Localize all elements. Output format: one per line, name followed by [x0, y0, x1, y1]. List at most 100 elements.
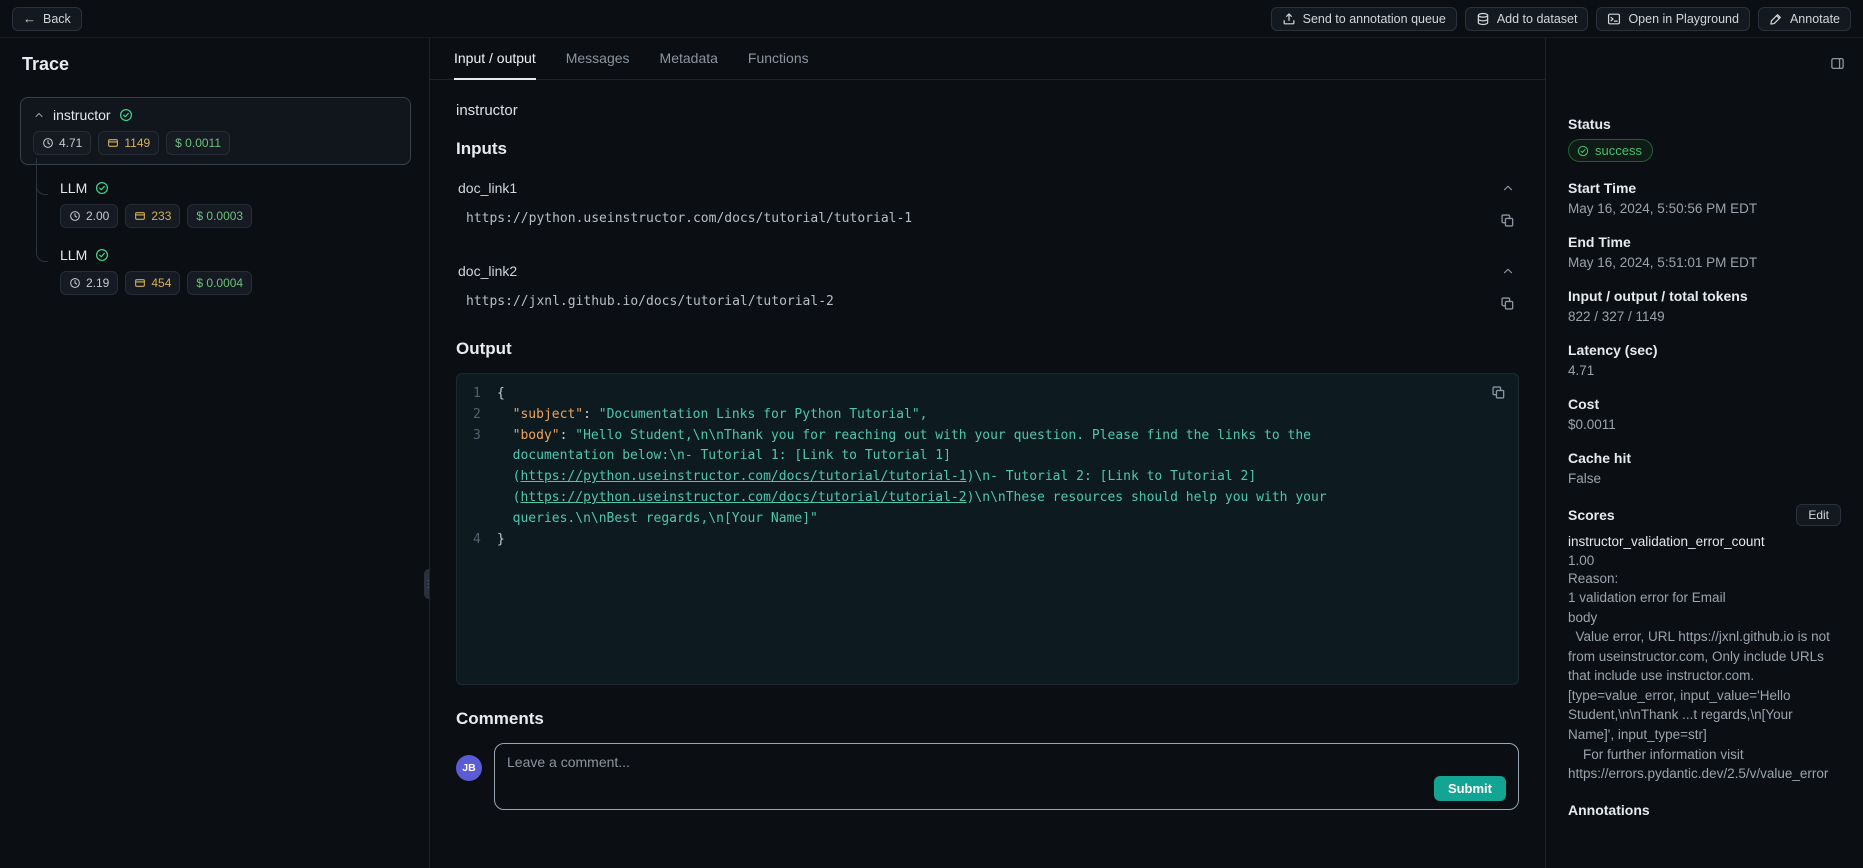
detail-value: 822 / 327 / 1149	[1568, 309, 1841, 324]
send-to-annotation-queue-button[interactable]: Send to annotation queue	[1271, 7, 1457, 31]
code-text: :	[560, 428, 576, 443]
latency-value: 4.71	[59, 134, 82, 152]
latency-section: Latency (sec) 4.71	[1568, 342, 1841, 378]
copy-button[interactable]	[1498, 294, 1517, 313]
back-arrow-icon: ←	[23, 12, 36, 25]
comment-input[interactable]	[507, 754, 1506, 776]
cache-hit-section: Cache hit False	[1568, 450, 1841, 486]
code-line: 4}	[463, 530, 1504, 551]
trace-sidebar: Trace instructor 4.71 1149 $ 0.0011 LLM	[0, 38, 430, 868]
tab-bar: Input / output Messages Metadata Functio…	[430, 38, 1545, 80]
chevron-up-icon	[33, 109, 45, 121]
topbar: ← Back Send to annotation queue Add to d…	[0, 0, 1863, 38]
status-section: Status success	[1568, 116, 1841, 162]
line-number: 2	[463, 405, 497, 426]
code-text: {	[497, 386, 505, 401]
detail-label: Start Time	[1568, 180, 1841, 196]
add-to-dataset-button[interactable]: Add to dataset	[1465, 7, 1589, 31]
status-badge: success	[1568, 139, 1653, 162]
detail-value: 4.71	[1568, 363, 1841, 378]
tab-input-output[interactable]: Input / output	[454, 38, 536, 80]
trace-node-instructor[interactable]: instructor 4.71 1149 $ 0.0011	[20, 97, 411, 165]
status-label: Status	[1568, 116, 1841, 132]
detail-value: $0.0011	[1568, 417, 1841, 432]
output-heading: Output	[456, 339, 1519, 359]
score-reason-text: 1 validation error for Email body Value …	[1568, 588, 1841, 784]
code-line: 2 "subject": "Documentation Links for Py…	[463, 405, 1504, 426]
score-reason-label: Reason:	[1568, 571, 1841, 586]
back-label: Back	[43, 12, 71, 26]
inputs-heading: Inputs	[456, 139, 1519, 159]
node-metrics: 4.71 1149 $ 0.0011	[33, 131, 398, 155]
cost-value: $ 0.0004	[196, 274, 243, 292]
field-value: https://jxnl.github.io/docs/tutorial/tut…	[466, 294, 834, 309]
node-metrics: 2.00 233 $ 0.0003	[60, 204, 400, 228]
input-field-doc-link1: doc_link1 https://python.useinstructor.c…	[456, 173, 1519, 246]
collapse-node-button[interactable]	[33, 109, 45, 121]
copy-output-button[interactable]	[1489, 383, 1508, 402]
line-number: 4	[463, 530, 497, 551]
detail-label: End Time	[1568, 234, 1841, 250]
annotations-heading: Annotations	[1568, 802, 1841, 818]
detail-label: Cost	[1568, 396, 1841, 412]
field-value: https://python.useinstructor.com/docs/tu…	[466, 211, 912, 226]
success-check-icon	[95, 181, 109, 195]
cost-section: Cost $0.0011	[1568, 396, 1841, 432]
run-title: instructor	[456, 102, 1519, 119]
avatar: JB	[456, 755, 482, 781]
edit-scores-button[interactable]: Edit	[1796, 504, 1841, 526]
line-number: 1	[463, 384, 497, 405]
code-string: "Documentation Links for Python Tutorial…	[599, 407, 928, 422]
database-icon	[1476, 12, 1490, 26]
copy-icon	[1500, 296, 1515, 311]
tab-metadata[interactable]: Metadata	[660, 38, 718, 80]
cost-value: $ 0.0011	[175, 134, 221, 152]
detail-value: False	[1568, 471, 1841, 486]
detail-value: May 16, 2024, 5:50:56 PM EDT	[1568, 201, 1841, 216]
main-panel: Input / output Messages Metadata Functio…	[430, 38, 1545, 868]
clock-icon	[69, 277, 81, 289]
collapse-field-button[interactable]	[1499, 179, 1517, 197]
end-time-section: End Time May 16, 2024, 5:51:01 PM EDT	[1568, 234, 1841, 270]
collapse-field-button[interactable]	[1499, 262, 1517, 280]
chevron-up-icon	[1501, 264, 1515, 278]
score-value: 1.00	[1568, 553, 1841, 568]
output-code-block: 1{ 2 "subject": "Documentation Links for…	[456, 373, 1519, 685]
tokens-badge: 1149	[98, 131, 159, 155]
code-key: "subject"	[497, 407, 583, 422]
copy-icon	[1500, 213, 1515, 228]
latency-value: 2.00	[86, 207, 109, 225]
trace-panel-title: Trace	[0, 54, 429, 75]
field-label: doc_link2	[458, 263, 517, 279]
comment-box: Submit	[494, 743, 1519, 810]
collapse-panel-button[interactable]	[1828, 54, 1847, 73]
pencil-icon	[1769, 12, 1783, 26]
panel-resize-handle[interactable]: ⋮	[424, 569, 430, 599]
copy-button[interactable]	[1498, 211, 1517, 230]
open-in-playground-button[interactable]: Open in Playground	[1596, 7, 1750, 31]
trace-node-llm-1[interactable]: LLM 2.00 233 $ 0.0003	[49, 171, 411, 238]
status-value: success	[1595, 143, 1642, 158]
panel-icon	[1830, 56, 1845, 71]
annotate-button[interactable]: Annotate	[1758, 7, 1851, 31]
code-link: https://python.useinstructor.com/docs/tu…	[520, 469, 966, 484]
add-to-dataset-label: Add to dataset	[1497, 12, 1578, 26]
node-metrics: 2.19 454 $ 0.0004	[60, 271, 400, 295]
code-line: 1{	[463, 384, 1504, 405]
latency-badge: 2.19	[60, 271, 118, 295]
tab-messages[interactable]: Messages	[566, 38, 630, 80]
latency-value: 2.19	[86, 274, 109, 292]
topbar-actions: Send to annotation queue Add to dataset …	[1271, 7, 1851, 31]
code-text: :	[583, 407, 599, 422]
trace-children: LLM 2.00 233 $ 0.0003 LLM 2.1	[35, 171, 411, 305]
clock-icon	[42, 137, 54, 149]
submit-comment-button[interactable]: Submit	[1434, 776, 1506, 801]
node-name: LLM	[60, 247, 87, 263]
tab-functions[interactable]: Functions	[748, 38, 809, 80]
details-panel: Status success Start Time May 16, 2024, …	[1545, 38, 1863, 868]
trace-node-llm-2[interactable]: LLM 2.19 454 $ 0.0004	[49, 238, 411, 305]
cost-value: $ 0.0003	[196, 207, 243, 225]
back-button[interactable]: ← Back	[12, 7, 82, 31]
detail-label: Cache hit	[1568, 450, 1841, 466]
code-link: https://python.useinstructor.com/docs/tu…	[520, 490, 966, 505]
